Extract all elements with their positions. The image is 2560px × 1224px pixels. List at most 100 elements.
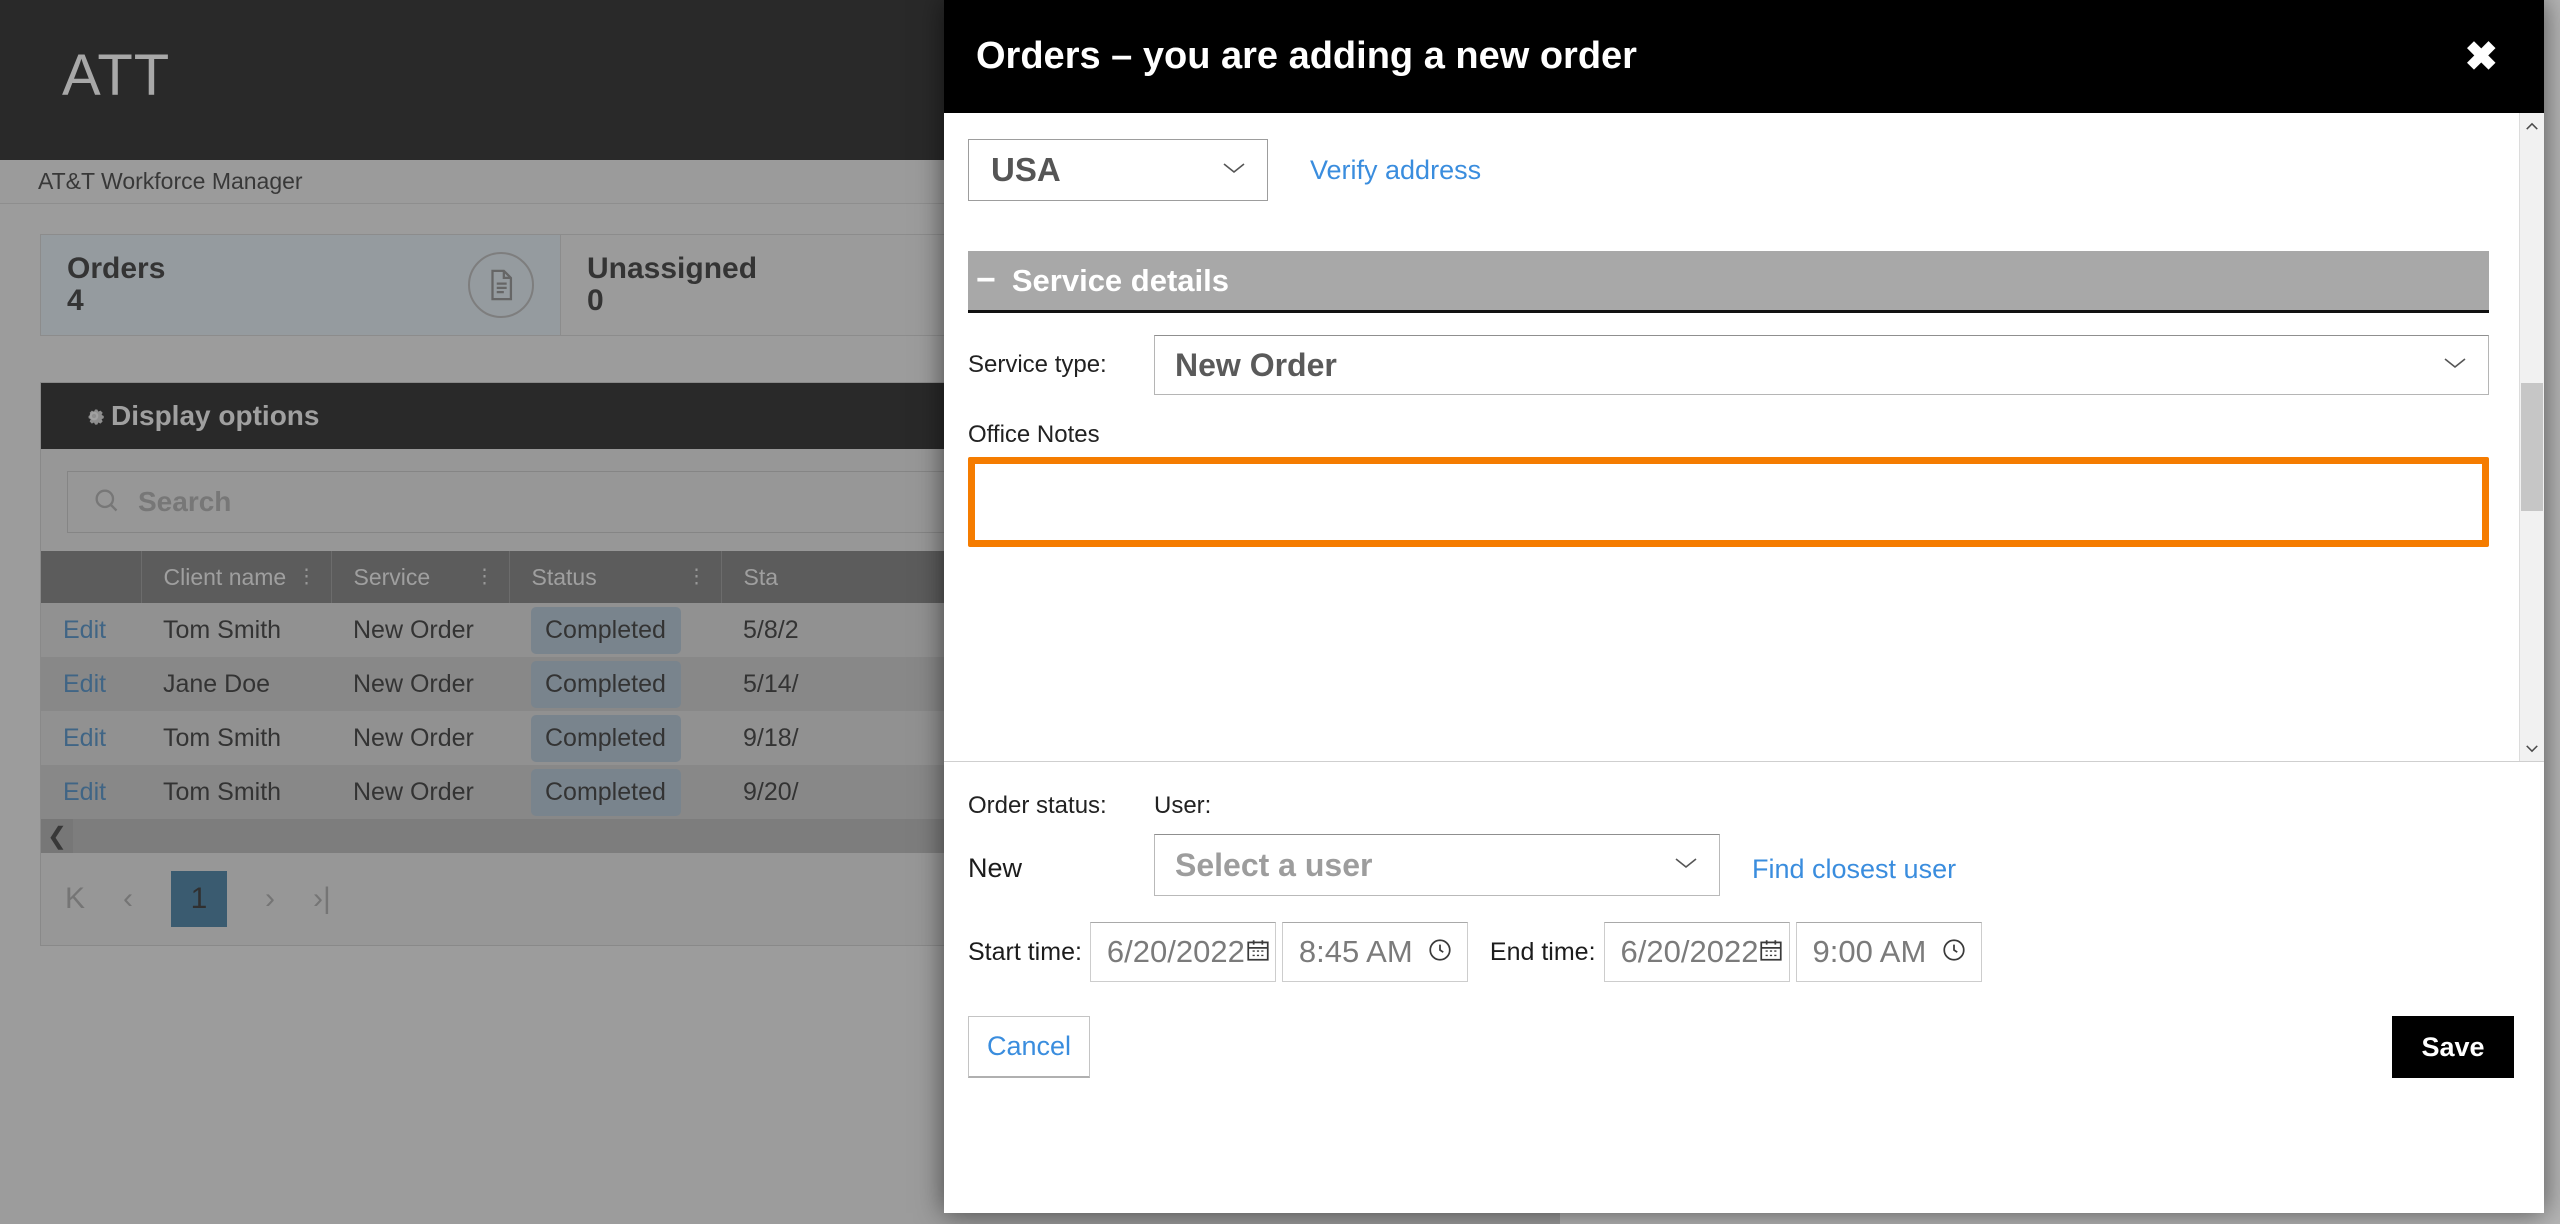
- service-details-section-header[interactable]: − Service details: [968, 251, 2489, 313]
- edit-link[interactable]: Edit: [63, 724, 106, 752]
- status-badge: Completed: [531, 715, 681, 762]
- find-closest-user-link[interactable]: Find closest user: [1752, 854, 1956, 885]
- scroll-left-icon[interactable]: ❮: [41, 819, 73, 853]
- service-type-row: Service type: New Order: [968, 335, 2489, 395]
- scroll-up-icon[interactable]: [2520, 115, 2544, 137]
- verify-address-link[interactable]: Verify address: [1310, 155, 1481, 186]
- time-row: Start time: 6/20/2022 8:45 AM: [968, 922, 2514, 982]
- modal-scroll-content: USA Verify address − Service details Ser…: [944, 113, 2519, 761]
- status-user-row: Order status: New User: Select a user Fi…: [968, 792, 2514, 896]
- search-icon: [92, 486, 138, 519]
- scroll-down-icon[interactable]: [2520, 737, 2544, 759]
- edit-link[interactable]: Edit: [63, 616, 106, 644]
- column-menu-icon[interactable]: ⋮: [475, 572, 495, 583]
- clock-icon[interactable]: [1427, 937, 1453, 968]
- user-select-placeholder: Select a user: [1175, 847, 1372, 884]
- column-header-status[interactable]: Status ⋮: [509, 551, 721, 603]
- column-header-service-label: Service: [354, 564, 431, 590]
- edit-link[interactable]: Edit: [63, 670, 106, 698]
- start-time-value: 8:45 AM: [1299, 934, 1413, 970]
- tile-unassigned-title: Unassigned: [587, 253, 757, 285]
- cell-service: New Order: [331, 711, 509, 765]
- status-badge: Completed: [531, 769, 681, 816]
- scroll-track[interactable]: [73, 819, 1039, 853]
- pagination-page-1[interactable]: 1: [171, 871, 227, 927]
- summary-tiles: Orders 4 Unassigned 0: [40, 234, 1040, 336]
- service-details-title: Service details: [1012, 263, 1229, 299]
- pagination-first[interactable]: K: [65, 882, 85, 916]
- status-badge: Completed: [531, 661, 681, 708]
- edit-link[interactable]: Edit: [63, 778, 106, 806]
- end-time-input[interactable]: 9:00 AM: [1796, 922, 1982, 982]
- pagination-prev[interactable]: ‹: [123, 882, 133, 916]
- table-row[interactable]: Edit Tom Smith New Order Completed 9/20/: [41, 765, 1041, 819]
- start-date-input[interactable]: 6/20/2022: [1090, 922, 1276, 982]
- user-select[interactable]: Select a user: [1154, 834, 1720, 896]
- search-input[interactable]: Search: [67, 471, 1013, 533]
- document-icon: [468, 252, 534, 318]
- column-header-start-label: Sta: [744, 564, 779, 590]
- pagination-next[interactable]: ›: [265, 882, 275, 916]
- order-status-value: New: [968, 853, 1154, 884]
- chevron-down-icon: [1673, 855, 1699, 876]
- table-row[interactable]: Edit Jane Doe New Order Completed 5/14/: [41, 657, 1041, 711]
- app-subtitle: AT&T Workforce Manager: [38, 168, 303, 195]
- office-notes-label: Office Notes: [968, 421, 2489, 449]
- column-header-client-name[interactable]: Client name ⋮: [141, 551, 331, 603]
- table-row[interactable]: Edit Tom Smith New Order Completed 9/18/: [41, 711, 1041, 765]
- modal-vertical-scrollbar[interactable]: [2519, 113, 2544, 761]
- horizontal-scrollbar[interactable]: ❮: [41, 819, 1039, 853]
- cell-client-name: Tom Smith: [141, 765, 331, 819]
- edit-cell[interactable]: Edit: [41, 603, 141, 657]
- column-menu-icon[interactable]: ⋮: [687, 572, 707, 583]
- office-notes-input[interactable]: [968, 457, 2489, 547]
- end-time-label: End time:: [1490, 938, 1596, 967]
- cell-status: Completed: [509, 657, 721, 711]
- search-wrapper: Search: [41, 449, 1039, 551]
- start-time-input[interactable]: 8:45 AM: [1282, 922, 1468, 982]
- cell-client-name: Tom Smith: [141, 603, 331, 657]
- cell-status: Completed: [509, 603, 721, 657]
- chevron-down-icon: [2442, 355, 2468, 376]
- edit-cell[interactable]: Edit: [41, 657, 141, 711]
- tile-orders-title: Orders: [67, 253, 165, 285]
- edit-cell[interactable]: Edit: [41, 765, 141, 819]
- scrollbar-thumb[interactable]: [2521, 383, 2543, 511]
- cell-service: New Order: [331, 603, 509, 657]
- modal-title: Orders – you are adding a new order: [976, 35, 1637, 78]
- display-options-header[interactable]: Display options: [41, 383, 1039, 449]
- orders-panel: Display options Search: [40, 382, 1040, 946]
- cancel-button[interactable]: Cancel: [968, 1016, 1090, 1078]
- country-row: USA Verify address: [968, 139, 2489, 201]
- modal-scroll-area: USA Verify address − Service details Ser…: [944, 113, 2544, 761]
- country-select[interactable]: USA: [968, 139, 1268, 201]
- calendar-icon[interactable]: [1758, 937, 1784, 968]
- cell-client-name: Tom Smith: [141, 711, 331, 765]
- app-logo: ATT: [62, 42, 170, 109]
- column-header-service[interactable]: Service ⋮: [331, 551, 509, 603]
- pagination-last[interactable]: ›|: [313, 882, 331, 916]
- tile-orders-count: 4: [67, 285, 165, 317]
- modal-header: Orders – you are adding a new order ✖: [944, 0, 2544, 113]
- start-time-label: Start time:: [968, 938, 1082, 967]
- user-label: User:: [1154, 792, 1720, 820]
- end-date-input[interactable]: 6/20/2022: [1604, 922, 1790, 982]
- end-time-value: 9:00 AM: [1813, 934, 1927, 970]
- column-header-blank[interactable]: [41, 551, 141, 603]
- modal-lower-section: Order status: New User: Select a user Fi…: [944, 762, 2544, 1213]
- clock-icon[interactable]: [1941, 937, 1967, 968]
- column-menu-icon[interactable]: ⋮: [297, 572, 317, 583]
- collapse-icon[interactable]: −: [976, 261, 996, 300]
- tile-orders[interactable]: Orders 4: [41, 235, 561, 335]
- table-row[interactable]: Edit Tom Smith New Order Completed 5/8/2: [41, 603, 1041, 657]
- table-header-row: Client name ⋮ Service ⋮ Status ⋮: [41, 551, 1041, 603]
- status-badge: Completed: [531, 607, 681, 654]
- calendar-icon[interactable]: [1245, 937, 1271, 968]
- cell-service: New Order: [331, 765, 509, 819]
- edit-cell[interactable]: Edit: [41, 711, 141, 765]
- save-button[interactable]: Save: [2392, 1016, 2514, 1078]
- cell-status: Completed: [509, 765, 721, 819]
- end-date-value: 6/20/2022: [1621, 934, 1759, 970]
- close-icon[interactable]: ✖: [2464, 37, 2498, 77]
- service-type-select[interactable]: New Order: [1154, 335, 2489, 395]
